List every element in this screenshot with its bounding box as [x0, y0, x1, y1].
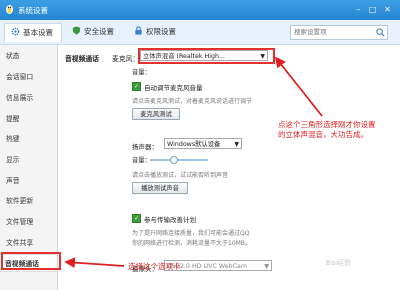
sidebar-item-info-display[interactable]: 信息展示 — [6, 92, 33, 102]
lock-icon — [135, 26, 142, 35]
section-title: 音视频通话 — [65, 55, 99, 63]
sidebar-item-file-management[interactable]: 文件管理 — [6, 216, 33, 226]
tab-label: 权限设置 — [146, 27, 176, 36]
search-box[interactable] — [290, 25, 388, 40]
auto-adjust-label: 自动调节麦克风音量 — [144, 84, 203, 92]
highlight-box-av-tab — [1, 252, 61, 270]
dropdown-triangle-icon[interactable]: ▼ — [264, 261, 269, 270]
maximize-icon[interactable]: □ — [366, 3, 379, 16]
settings-content: 音视频通话 麦克风： 立体声混音 (Realtek High... ▼ 音量： … — [58, 45, 400, 290]
annotation-right-line-1: 点这个三角形选择刚才你设置 — [278, 120, 376, 129]
annotation-bottom: 选择这个选项卡 — [128, 262, 181, 271]
gear-icon — [11, 27, 20, 36]
dropdown-triangle-icon[interactable]: ▼ — [234, 139, 239, 148]
speaker-hint: 请点击播放测试，试试能否听到声音 — [132, 172, 229, 179]
sidebar-item-reminder[interactable]: 提醒 — [6, 113, 20, 123]
watermark: Bai经验 — [326, 259, 352, 267]
speaker-label: 扬声器： — [132, 143, 158, 151]
tab-label: 基本设置 — [23, 28, 53, 37]
sidebar-item-sound[interactable]: 声音 — [6, 175, 20, 185]
mic-label: 麦克风： — [112, 55, 140, 63]
tab-security-settings[interactable]: 安全设置 — [72, 23, 114, 41]
tab-permission-settings[interactable]: 权限设置 — [134, 23, 176, 41]
plan-hint-line-2: 你的网络进行检测，消耗流量不大于10MB。 — [132, 240, 251, 247]
speaker-volume-label: 音量： — [132, 157, 151, 164]
auto-adjust-checkbox[interactable]: ✓ — [132, 82, 141, 91]
close-icon[interactable]: ✕ — [381, 3, 394, 16]
improvement-plan-checkbox[interactable]: ✓ — [132, 214, 141, 223]
shield-icon — [72, 26, 81, 35]
sidebar-item-hotkeys[interactable]: 热键 — [6, 133, 20, 143]
qq-penguin-icon — [6, 5, 13, 14]
search-icon[interactable] — [376, 28, 385, 37]
sidebar-item-chat-window[interactable]: 会话窗口 — [6, 71, 33, 81]
annotation-right-line-2: 的立体声混音，大功告成。 — [278, 130, 368, 139]
sidebar-item-software-update[interactable]: 软件更新 — [6, 195, 33, 205]
sidebar-item-file-sharing[interactable]: 文件共享 — [6, 237, 33, 247]
search-input[interactable] — [294, 27, 372, 37]
minimize-icon[interactable]: – — [352, 3, 365, 16]
speaker-volume-slider[interactable] — [150, 159, 208, 161]
slider-thumb[interactable] — [170, 156, 178, 164]
sidebar-item-display[interactable]: 显示 — [6, 154, 20, 164]
speaker-test-button[interactable]: 播放测试声音 — [132, 182, 188, 194]
speaker-device-select[interactable]: Windows默认设备 ▼ — [164, 138, 242, 149]
tab-label: 安全设置 — [84, 27, 114, 36]
window-title: 系统设置 — [18, 6, 48, 15]
sidebar-item-status[interactable]: 状态 — [6, 50, 20, 60]
highlight-box-mic-select — [138, 48, 275, 64]
speaker-device-value: Windows默认设备 — [167, 141, 221, 148]
tab-basic-settings[interactable]: 基本设置 — [4, 23, 62, 42]
mic-volume-label: 音量： — [132, 69, 151, 76]
plan-hint-line-1: 为了提升网络连接质量，我们可能会通过QQ — [132, 230, 250, 237]
mic-test-button[interactable]: 麦克风测试 — [132, 108, 180, 120]
mic-hint: 请点击麦克风测试，对着麦克风说话进行调节 — [132, 98, 253, 105]
improvement-plan-label: 参与传输改善计划 — [144, 216, 196, 224]
title-bar: 系统设置 – □ ✕ — [0, 0, 400, 20]
